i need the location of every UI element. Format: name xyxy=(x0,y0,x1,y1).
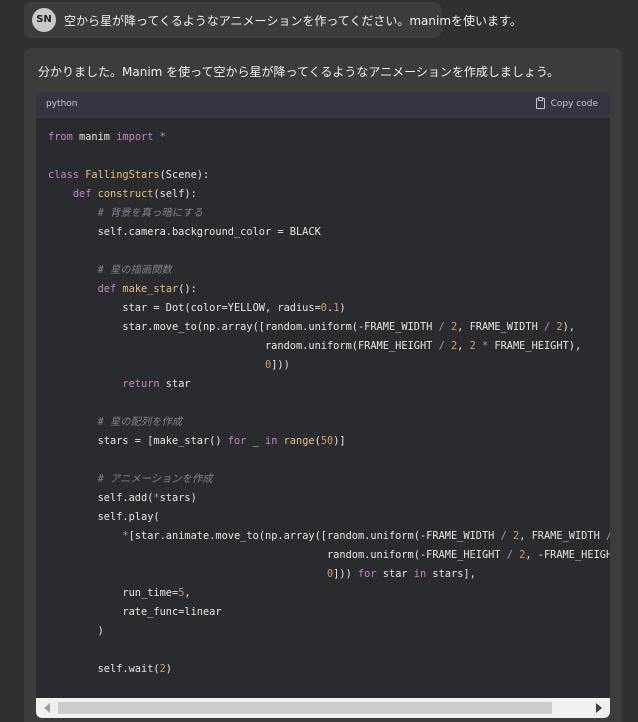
code-line: self.play( xyxy=(48,511,160,523)
code-line: *[star.animate.move_to(np.array([random.… xyxy=(122,530,610,542)
code-line: 0])) xyxy=(264,359,290,371)
code-line: star.move_to(np.array([random.uniform(-F… xyxy=(48,321,575,333)
code-line: class FallingStars(Scene): xyxy=(48,169,210,181)
code-line: stars = [make_star() for _ in range(50)] xyxy=(48,435,346,447)
code-line: from manim import * xyxy=(48,131,166,143)
code-line: def construct(self): xyxy=(72,188,197,200)
user-message: SN 空から星が降ってくるようなアニメーションを作ってください。manimを使い… xyxy=(24,2,522,38)
code-line: rate_func=linear xyxy=(48,606,222,618)
code-line: run_time=5, xyxy=(48,587,191,599)
user-message-text: 空から星が降ってくるようなアニメーションを作ってください。manimを使います。 xyxy=(64,14,522,28)
copy-code-button[interactable]: Copy code xyxy=(535,97,598,109)
code-block-header: python Copy code xyxy=(36,92,610,118)
assistant-intro-text: 分かりました。Manim を使って空から星が降ってくるようなアニメーションを作成… xyxy=(38,65,560,79)
code-line: random.uniform(FRAME_HEIGHT / 2, 2 * FRA… xyxy=(48,340,582,352)
code-line: star = Dot(color=YELLOW, radius=0.1) xyxy=(48,302,346,314)
code-content[interactable]: from manim import * class FallingStars(Sc… xyxy=(36,118,610,698)
scroll-left-arrow-icon[interactable] xyxy=(44,703,50,713)
clipboard-icon xyxy=(535,97,545,109)
scrollbar-thumb[interactable] xyxy=(58,702,552,714)
horizontal-scrollbar[interactable] xyxy=(36,698,610,718)
code-line: self.wait(2) xyxy=(48,663,172,675)
code-line: # 背景を真っ暗にする xyxy=(97,207,203,219)
scroll-right-arrow-icon[interactable] xyxy=(596,703,602,713)
code-line: # 星の配列を作成 xyxy=(97,416,183,428)
copy-code-label: Copy code xyxy=(550,98,598,109)
code-line: def make_star(): xyxy=(97,283,197,295)
user-avatar: SN xyxy=(32,8,56,32)
code-line: self.camera.background_color = BLACK xyxy=(48,226,321,238)
code-line: ) xyxy=(48,625,104,637)
code-line: # アニメーションを作成 xyxy=(97,473,213,485)
code-line: self.add(*stars) xyxy=(48,492,197,504)
code-line: 0])) for star in stars], xyxy=(326,568,476,580)
code-line: random.uniform(-FRAME_HEIGHT / 2, -FRAME… xyxy=(48,549,610,561)
code-block: python Copy code from manim import * clas… xyxy=(36,92,610,718)
code-line: # 星の描画関数 xyxy=(97,264,172,276)
code-language-label: python xyxy=(46,99,78,109)
code-line: return star xyxy=(122,378,191,390)
assistant-message: 分かりました。Manim を使って空から星が降ってくるようなアニメーションを作成… xyxy=(24,48,622,722)
